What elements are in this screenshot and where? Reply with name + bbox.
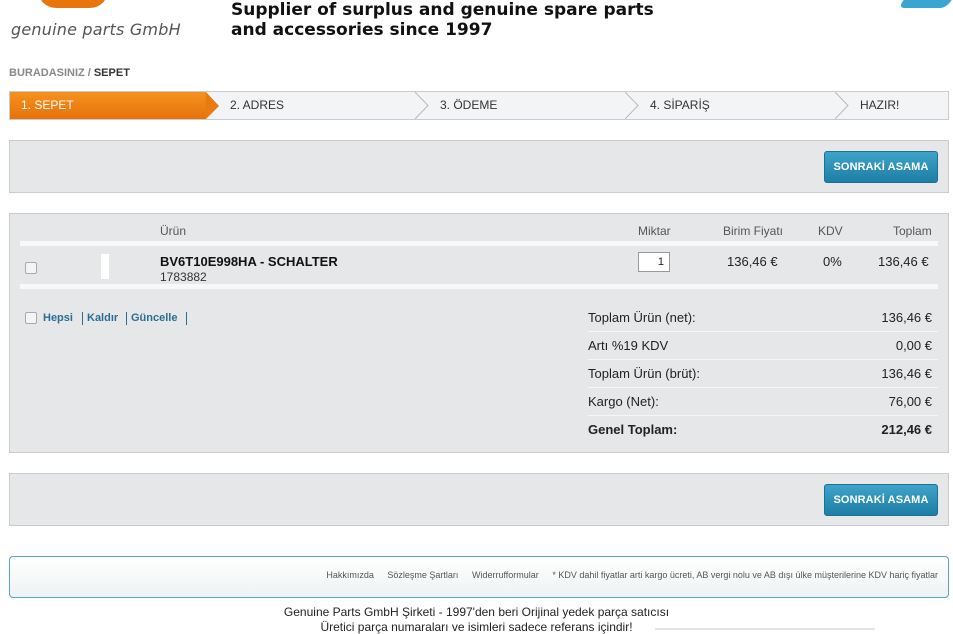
logo-text: genuine parts GmbH [11, 20, 181, 39]
summary-value: 212,46 € [881, 422, 932, 437]
line-total: 136,46 € [878, 254, 929, 269]
product-code: 1783882 [160, 270, 207, 284]
summary-label: Genel Toplam: [588, 422, 678, 437]
tagline-line-1: Supplier of surplus and genuine spare pa… [231, 0, 654, 20]
column-header-product: Ürün [160, 224, 187, 238]
product-name[interactable]: BV6T10E998HA - SCHALTER [160, 254, 338, 269]
table-divider [20, 284, 938, 289]
step-divider-arrow-icon [625, 92, 639, 119]
step-cart-label: 1. SEPET [21, 98, 74, 112]
unit-price: 136,46 € [727, 254, 778, 269]
next-step-button-top[interactable]: SONRAKİ ASAMA [824, 151, 938, 183]
checkout-steps: 1. SEPET 2. ADRES 3. ÖDEME 4. SİPARİŞ HA… [9, 91, 949, 120]
footer-bar: Hakkımızda Sözleşme Şartları Widerruffor… [9, 556, 949, 598]
step-payment[interactable]: 3. ÖDEME [429, 92, 625, 119]
summary-vat: Artı %19 KDV 0,00 € [588, 332, 938, 360]
step-order[interactable]: 4. SİPARİŞ [639, 92, 835, 119]
footer-decoration [655, 628, 875, 630]
action-divider [126, 312, 127, 325]
step-payment-label: 3. ÖDEME [440, 98, 498, 112]
summary-label: Toplam Ürün (net): [588, 310, 696, 325]
footer-link-withdrawal[interactable]: Widerrufformular [472, 570, 539, 580]
breadcrumb: BURADASINIZ / SEPET [9, 67, 130, 79]
cart-panel: Ürün Miktar Birim Fiyatı KDV Toplam BV6T… [9, 213, 949, 453]
step-cart[interactable]: 1. SEPET [10, 92, 206, 119]
column-header-total: Toplam [893, 224, 932, 238]
step-divider-arrow-icon [835, 92, 849, 119]
step-ready-label: HAZIR! [860, 98, 900, 112]
summary-value: 136,46 € [881, 310, 932, 325]
footer-link-terms[interactable]: Sözleşme Şartları [387, 570, 458, 580]
column-header-unit-price: Birim Fiyatı [723, 224, 783, 238]
product-thumbnail [101, 254, 109, 279]
quantity-input[interactable]: 1 [638, 252, 670, 272]
summary-value: 136,46 € [881, 366, 932, 381]
summary-label: Kargo (Net): [588, 394, 659, 409]
footer-vat-note: * KDV dahil fiyatlar arti kargo ücreti, … [552, 570, 938, 580]
next-step-button-bottom[interactable]: SONRAKİ ASAMA [824, 484, 938, 516]
remove-link[interactable]: Kaldır [87, 312, 118, 324]
action-divider [186, 312, 187, 325]
breadcrumb-current: SEPET [93, 67, 130, 79]
header-decoration [898, 0, 953, 8]
bottom-action-panel: SONRAKİ ASAMA [9, 473, 949, 526]
breadcrumb-separator: / [87, 67, 91, 79]
page-header: genuine parts GmbH Supplier of surplus a… [0, 0, 953, 60]
summary-value: 0,00 € [895, 338, 932, 353]
action-divider [82, 312, 83, 325]
top-action-panel: SONRAKİ ASAMA [9, 140, 949, 193]
summary-label: Artı %19 KDV [588, 338, 669, 353]
vat-rate: 0% [823, 254, 842, 269]
step-divider-arrow-icon [415, 92, 429, 119]
table-divider [20, 241, 938, 246]
summary-gross-total: Toplam Ürün (brüt): 136,46 € [588, 360, 938, 388]
update-link[interactable]: Güncelle [131, 312, 177, 324]
step-ready[interactable]: HAZIR! [849, 92, 948, 119]
summary-net-total: Toplam Ürün (net): 136,46 € [588, 304, 938, 332]
footer-links: Hakkımızda Sözleşme Şartları Widerruffor… [315, 570, 938, 580]
item-select-checkbox[interactable] [25, 262, 37, 274]
column-header-vat: KDV [818, 224, 843, 238]
logo-mark [38, 0, 108, 8]
summary-label: Toplam Ürün (brüt): [588, 366, 700, 381]
select-all-checkbox[interactable] [25, 312, 37, 324]
footer-company-line: Genuine Parts GmbH Şirketi - 1997'den be… [283, 605, 670, 619]
step-address-label: 2. ADRES [230, 98, 285, 112]
company-logo[interactable]: genuine parts GmbH [8, 0, 193, 40]
tagline: Supplier of surplus and genuine spare pa… [231, 0, 654, 40]
tagline-line-2: and accessories since 1997 [231, 20, 493, 40]
select-all-link[interactable]: Hepsi [43, 312, 73, 324]
summary-shipping: Kargo (Net): 76,00 € [588, 388, 938, 416]
breadcrumb-you-are-here: BURADASINIZ [9, 67, 85, 79]
step-cart-arrow [206, 92, 219, 119]
step-address[interactable]: 2. ADRES [219, 92, 415, 119]
step-order-label: 4. SİPARİŞ [650, 98, 710, 112]
summary-value: 76,00 € [888, 394, 932, 409]
footer-link-about[interactable]: Hakkımızda [326, 570, 374, 580]
summary-grand-total: Genel Toplam: 212,46 € [588, 416, 938, 444]
column-header-quantity: Miktar [638, 224, 671, 238]
